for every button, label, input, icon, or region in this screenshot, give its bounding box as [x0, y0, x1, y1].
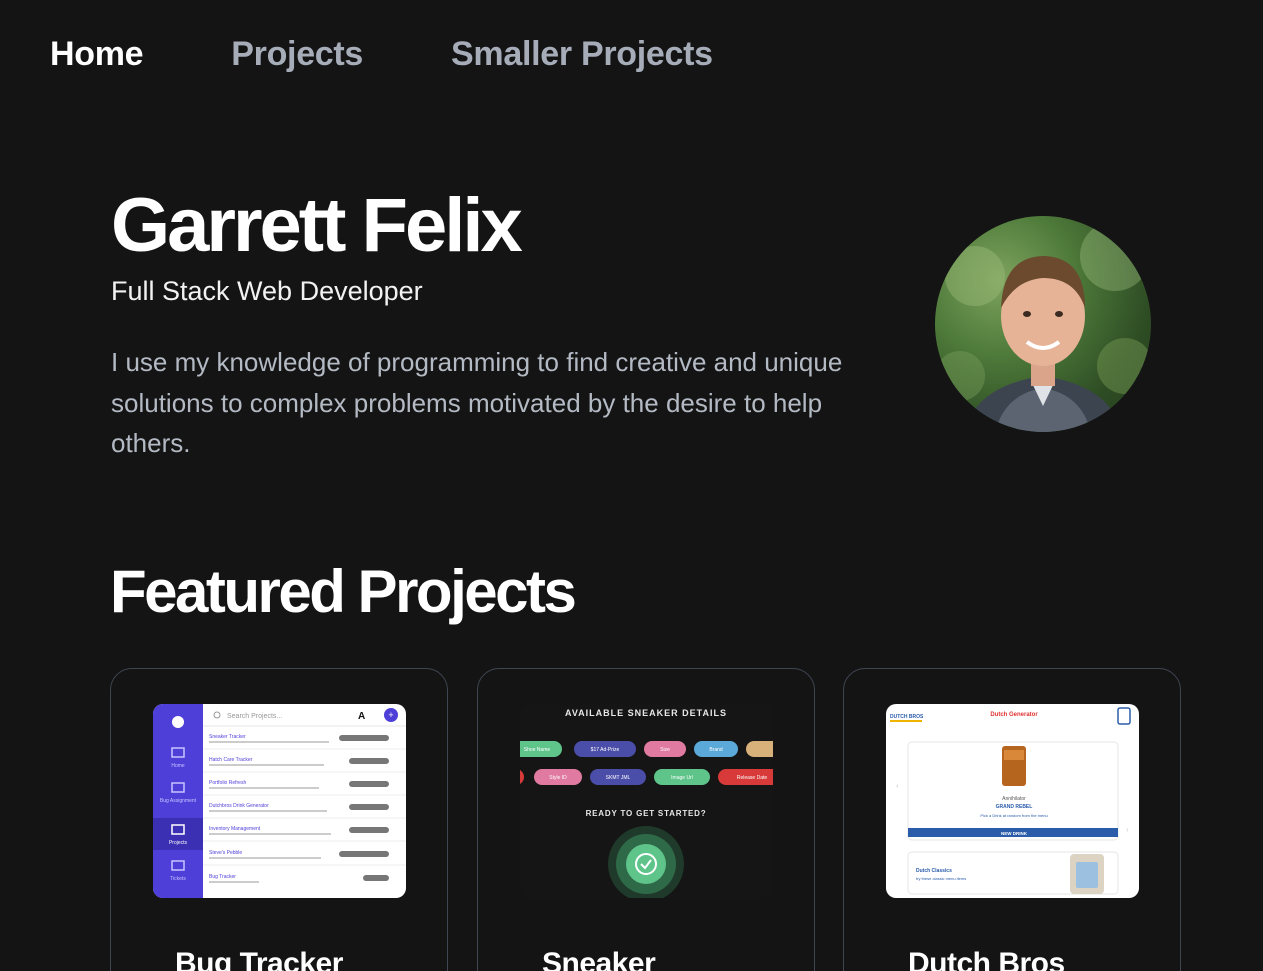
dutch-bros-button-label: NEW DRINK	[1001, 831, 1028, 836]
bug-tracker-row-title: Steve's Pebble	[209, 850, 242, 856]
bug-tracker-row-title: Dutchbros Drink Generator	[209, 803, 269, 809]
top-nav: Home Projects Smaller Projects	[50, 30, 801, 78]
sneaker-cta: READY TO GET STARTED?	[586, 809, 707, 818]
hero-subtitle: Full Stack Web Developer	[111, 276, 423, 306]
bug-tracker-row-title: Portfolio Refresh	[209, 780, 246, 786]
sneaker-thumbnail-art: AVAILABLE SNEAKER DETAILS Shoe Name $17 …	[520, 708, 773, 898]
bug-tracker-sidebar-icons: Home Bug Assignment Projects Tickets	[153, 716, 203, 882]
bug-tracker-row: Portfolio Refresh	[203, 780, 406, 796]
project-card-bug-tracker[interactable]: Home Bug Assignment Projects Tickets Sea…	[110, 668, 448, 971]
briefcase-icon	[171, 782, 185, 793]
project-card-title: Sneaker	[542, 947, 656, 971]
dutch-bros-drink-desc: Pick a Drink at random from the menu	[980, 813, 1047, 818]
sidebar-nav-bug-assignment: Bug Assignment	[160, 798, 197, 804]
avatar-portrait-icon	[935, 221, 1151, 432]
bug-tracker-main-panel: Search Projects... A + Sneaker Tracker H…	[203, 708, 406, 883]
project-card-sneaker[interactable]: AVAILABLE SNEAKER DETAILS Shoe Name $17 …	[477, 668, 815, 971]
sneaker-chip: Shoe Name	[524, 747, 551, 753]
dutch-bros-heading: Dutch Generator	[990, 712, 1038, 718]
svg-text:+: +	[388, 710, 393, 720]
bug-tracker-row-title: Sneaker Tracker	[209, 734, 246, 740]
nav-projects-link[interactable]: Projects	[231, 30, 363, 78]
chevron-left-icon: ‹	[896, 781, 899, 790]
bug-icon	[172, 716, 184, 728]
bug-tracker-avatar-letter: A	[358, 711, 365, 722]
bug-tracker-row: Inventory Management	[203, 826, 406, 842]
bug-tracker-row: Steve's Pebble	[203, 850, 406, 866]
sneaker-chip: SKMT JML	[606, 775, 631, 781]
sneaker-chip: $17 Ad-Prize	[591, 747, 620, 753]
dutch-bros-logo: DUTCH BROS	[890, 714, 924, 720]
search-icon	[213, 711, 221, 719]
sneaker-chip: Image Url	[671, 775, 693, 781]
bug-tracker-row-title: Hatch Care Tracker	[209, 757, 253, 763]
nav-smaller-projects-link[interactable]: Smaller Projects	[451, 30, 713, 78]
bug-tracker-search: Search Projects...	[227, 713, 282, 720]
hero-section: Garrett Felix Full Stack Web Developer I…	[111, 180, 901, 464]
bug-tracker-row: Bug Tracker	[209, 874, 389, 883]
chevron-right-icon: ›	[1126, 825, 1129, 834]
project-card-title: Bug Tracker	[175, 947, 343, 971]
sneaker-heading: AVAILABLE SNEAKER DETAILS	[565, 708, 727, 718]
bug-tracker-row: Hatch Care Tracker	[203, 757, 406, 773]
project-card-title: Dutch Bros	[908, 947, 1065, 971]
sneaker-chip: Size	[660, 747, 670, 753]
sidebar-nav-projects: Projects	[169, 840, 188, 846]
dutch-bros-drink-sub: GRAND REBEL	[996, 804, 1033, 810]
sneaker-thumbnail: AVAILABLE SNEAKER DETAILS Shoe Name $17 …	[520, 704, 773, 898]
cup-icon	[1117, 707, 1131, 725]
bug-tracker-row-title: Bug Tracker	[209, 874, 236, 880]
bug-tracker-thumbnail: Home Bug Assignment Projects Tickets Sea…	[153, 704, 406, 898]
sneaker-chip: Brand	[709, 747, 723, 753]
hero-name: Garrett Felix	[111, 183, 523, 268]
bug-tracker-row: Dutchbros Drink Generator	[203, 803, 406, 819]
dutch-bros-thumbnail-art: DUTCH BROS Dutch Generator Annihilator G…	[890, 707, 1131, 895]
sneaker-chip: Release Date	[737, 775, 768, 781]
hero-bio: I use my knowledge of programming to fin…	[111, 347, 843, 458]
project-card-dutch-bros[interactable]: DUTCH BROS Dutch Generator Annihilator G…	[843, 668, 1181, 971]
ticket-icon	[171, 860, 185, 871]
bug-tracker-row-title: Inventory Management	[209, 826, 261, 832]
featured-projects-heading: Featured Projects	[110, 558, 577, 625]
home-icon	[171, 747, 185, 758]
bug-tracker-sidebar: Home Bug Assignment Projects Tickets	[153, 704, 203, 898]
sidebar-nav-home: Home	[171, 763, 185, 769]
dutch-bros-footer-sub: try these classic menu items	[916, 876, 966, 881]
dutch-bros-drink-name: Annihilator	[1002, 796, 1026, 802]
sneaker-chip: Style ID	[549, 775, 567, 781]
sidebar-nav-tickets: Tickets	[170, 876, 186, 882]
bug-tracker-row: Sneaker Tracker	[203, 734, 406, 750]
avatar	[935, 216, 1151, 432]
dutch-bros-footer-title: Dutch Classics	[916, 868, 952, 874]
nav-home-link[interactable]: Home	[50, 30, 144, 78]
dutch-bros-thumbnail: DUTCH BROS Dutch Generator Annihilator G…	[886, 704, 1139, 898]
